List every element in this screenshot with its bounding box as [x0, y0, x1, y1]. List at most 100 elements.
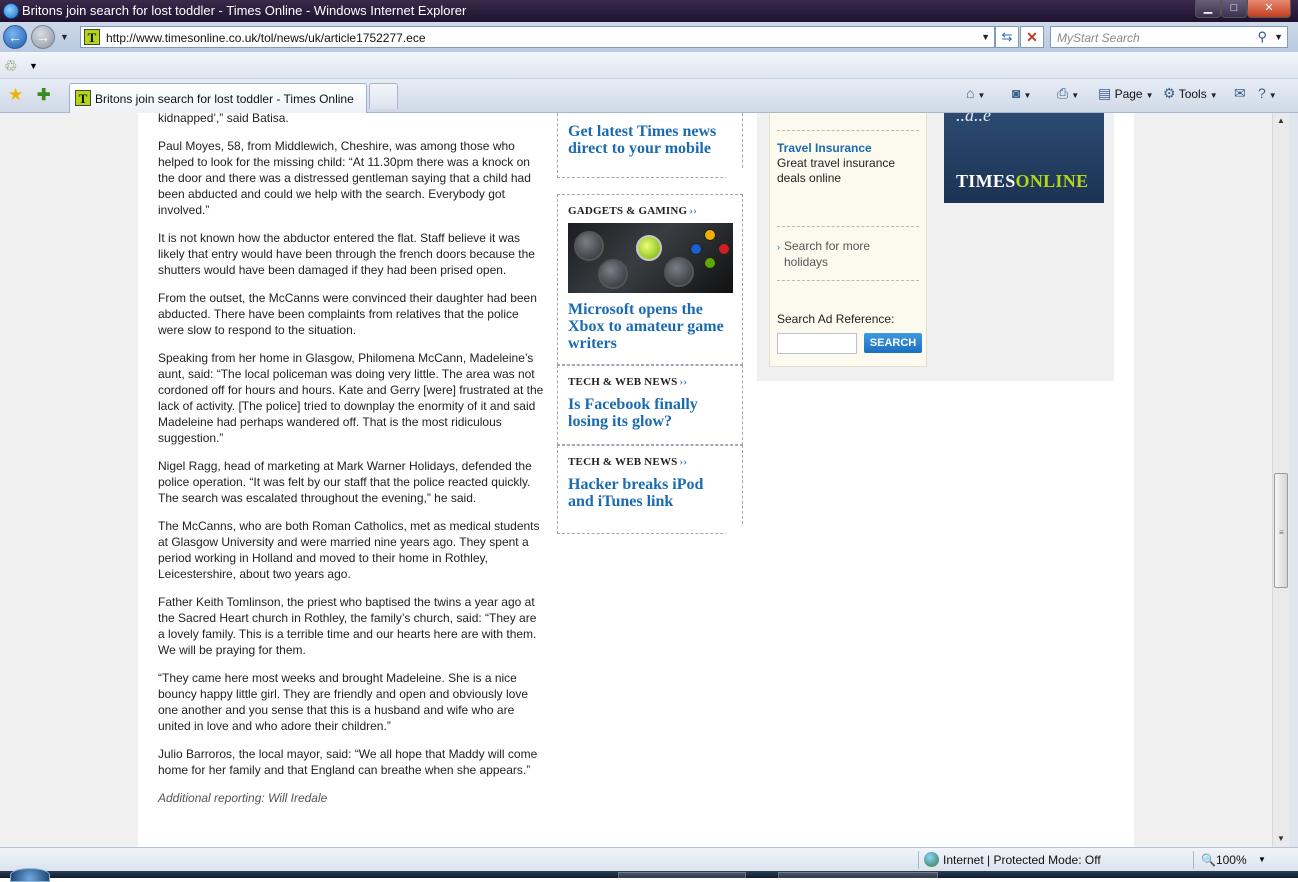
tab-bar: ★ ✚ T Britons join search for lost toddl…: [0, 79, 1298, 113]
search-input[interactable]: MyStart Search: [1057, 31, 1140, 45]
xbox-controller-image[interactable]: [568, 223, 733, 293]
tech-promo-1: TECH & WEB NEWS ›› Is Facebook finally lo…: [557, 365, 743, 445]
internet-zone-icon: [924, 852, 939, 867]
article-paragraph: “They came here most weeks and brought M…: [158, 671, 529, 733]
thumbstick-right-icon: [664, 257, 694, 287]
mobile-promo: Get latest Times news direct to your mob…: [557, 113, 743, 178]
window-title: Britons join search for lost toddler - T…: [22, 3, 467, 18]
taskbar-item[interactable]: [778, 872, 938, 878]
status-bar: Internet | Protected Mode: Off 🔍100% ▼: [0, 847, 1298, 871]
stop-button[interactable]: ✕: [1020, 26, 1044, 48]
page-menu-label: Page: [1114, 87, 1143, 101]
gadgets-heading-label: GADGETS & GAMING: [568, 205, 688, 217]
tab-active[interactable]: T Britons join search for lost toddler -…: [69, 83, 367, 113]
page-menu-button[interactable]: ▤ Page ▼: [1098, 85, 1154, 102]
ad-reference-input[interactable]: [777, 333, 857, 354]
tools-menu-button[interactable]: ⚙ Tools ▼: [1163, 85, 1218, 102]
zoom-level[interactable]: 🔍100%: [1201, 853, 1247, 867]
feeds-button[interactable]: ◙ ▼: [1012, 85, 1031, 101]
url-text[interactable]: http://www.timesonline.co.uk/tol/news/uk…: [106, 31, 426, 45]
b-button-icon: [718, 243, 730, 255]
scroll-grip-icon: ≡: [1279, 528, 1284, 537]
scroll-down-button[interactable]: ▼: [1273, 831, 1289, 847]
close-window-button[interactable]: ✕: [1247, 0, 1291, 18]
travel-insurance-link[interactable]: Travel Insurance: [777, 141, 872, 155]
start-button[interactable]: [10, 868, 50, 882]
help-button[interactable]: ? ▼: [1258, 85, 1277, 101]
facebook-story-link[interactable]: Is Facebook finally losing its glow?: [568, 396, 732, 430]
tech-heading[interactable]: TECH & WEB NEWS ››: [568, 456, 732, 468]
translate-dropdown-icon[interactable]: ▼: [29, 61, 38, 71]
article-paragraph: From the outset, the McCanns were convin…: [158, 291, 537, 337]
print-dropdown-icon[interactable]: ▼: [1071, 91, 1079, 100]
article-paragraph: Father Keith Tomlinson, the priest who b…: [158, 595, 537, 657]
home-dropdown-icon[interactable]: ▼: [977, 91, 985, 100]
forward-button[interactable]: →: [31, 25, 55, 49]
ipod-story-link[interactable]: Hacker breaks iPod and iTunes link: [568, 476, 732, 510]
scroll-thumb[interactable]: ≡: [1274, 473, 1288, 588]
print-button[interactable]: ⎙ ▼: [1057, 85, 1079, 102]
gadgets-heading[interactable]: GADGETS & GAMING ››: [568, 205, 732, 217]
y-button-icon: [704, 229, 716, 241]
mobile-news-link[interactable]: Get latest Times news direct to your mob…: [568, 123, 732, 157]
page-dropdown-icon: ▼: [1145, 91, 1154, 100]
taskbar-item[interactable]: [618, 872, 746, 878]
feeds-dropdown-icon[interactable]: ▼: [1023, 91, 1031, 100]
article-paragraph-fragment: kidnapped’,” said Batisa.: [158, 113, 289, 125]
article-paragraph: Nigel Ragg, head of marketing at Mark Wa…: [158, 459, 532, 505]
tech-heading-label: TECH & WEB NEWS: [568, 376, 678, 388]
translate-icon[interactable]: ♲: [4, 57, 17, 75]
tab-label: Britons join search for lost toddler - T…: [95, 92, 354, 106]
times-online-banner[interactable]: ..a..e TIMESONLINE: [944, 113, 1104, 203]
search-more-holidays-link[interactable]: › Search for more holidays: [777, 238, 884, 270]
gear-icon: ⚙: [1163, 85, 1176, 101]
search-box[interactable]: MyStart Search ⚲ ▼: [1050, 26, 1288, 48]
windows-taskbar: [0, 868, 1298, 882]
back-button[interactable]: ←: [3, 25, 27, 49]
xbox-story-link[interactable]: Microsoft opens the Xbox to amateur game…: [568, 301, 732, 352]
status-separator: [1193, 851, 1194, 869]
dpad-icon: [598, 259, 628, 289]
ad-divider: [777, 280, 919, 281]
title-bar: Britons join search for lost toddler - T…: [0, 0, 1298, 22]
double-chevron-icon: ››: [679, 376, 688, 388]
favorites-star-icon[interactable]: ★: [8, 85, 23, 105]
promo-spacer: [557, 178, 743, 194]
banner-text-fragment: ..a..e: [956, 113, 991, 125]
help-dropdown-icon[interactable]: ▼: [1269, 91, 1277, 100]
address-bar[interactable]: T http://www.timesonline.co.uk/tol/news/…: [80, 26, 995, 48]
thumbstick-left-icon: [574, 231, 604, 261]
add-favorites-icon[interactable]: ✚: [37, 85, 50, 105]
recent-pages-dropdown[interactable]: ▼: [60, 32, 69, 42]
promo-column: Get latest Times news direct to your mob…: [557, 113, 743, 534]
home-button[interactable]: ⌂ ▼: [966, 85, 985, 101]
bullet-arrow-icon: ›: [777, 242, 780, 252]
security-zone-label[interactable]: Internet | Protected Mode: Off: [943, 853, 1101, 867]
article-paragraph: Julio Barroros, the local mayor, said: “…: [158, 747, 538, 777]
home-icon: ⌂: [966, 85, 975, 101]
mail-icon: ✉: [1234, 85, 1246, 101]
search-icon[interactable]: ⚲: [1257, 29, 1267, 45]
maximize-button[interactable]: □: [1221, 0, 1247, 18]
ad-search-button[interactable]: SEARCH: [864, 333, 922, 353]
a-button-icon: [704, 257, 716, 269]
tech-heading[interactable]: TECH & WEB NEWS ››: [568, 376, 732, 388]
new-tab-button[interactable]: [369, 83, 398, 109]
vertical-scrollbar[interactable]: ▲ ≡ ▼: [1272, 113, 1289, 847]
scroll-up-button[interactable]: ▲: [1273, 113, 1289, 129]
refresh-button[interactable]: ⇆: [995, 26, 1019, 48]
logo-online: ONLINE: [1015, 171, 1089, 191]
minimize-button[interactable]: ▁: [1195, 0, 1221, 18]
article-body: kidnapped’,” said Batisa. Paul Moyes, 58…: [158, 113, 546, 818]
search-options-dropdown[interactable]: ▼: [1274, 32, 1283, 42]
command-bar: ♲ ▼: [0, 52, 1298, 79]
research-button[interactable]: ✉: [1234, 85, 1246, 102]
zoom-dropdown-icon[interactable]: ▼: [1258, 855, 1266, 864]
printer-icon: ⎙: [1057, 85, 1069, 101]
article-credit: Additional reporting: Will Iredale: [158, 791, 328, 805]
article-paragraph: The McCanns, who are both Roman Catholic…: [158, 519, 540, 581]
help-icon: ?: [1258, 85, 1266, 101]
address-dropdown-icon[interactable]: ▼: [981, 32, 990, 42]
page-curl-icon: [725, 168, 743, 178]
double-chevron-icon: ››: [679, 456, 688, 468]
